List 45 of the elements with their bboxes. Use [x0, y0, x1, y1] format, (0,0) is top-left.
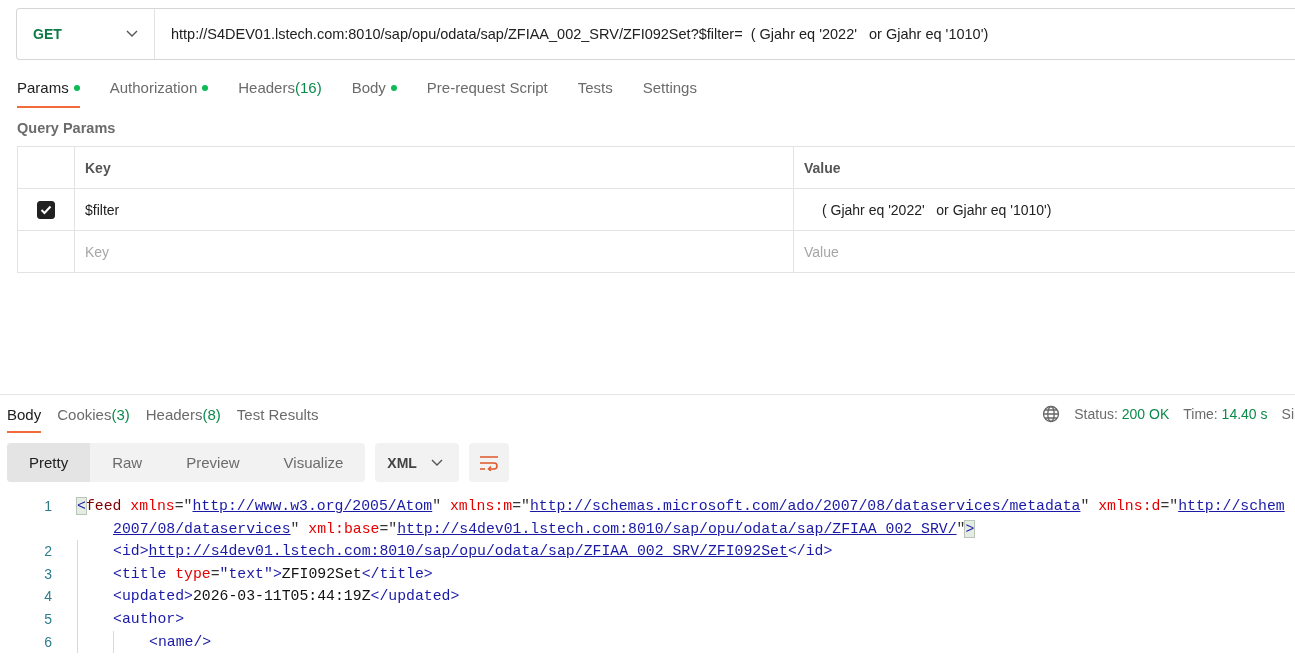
- request-tab[interactable]: Tests: [577, 72, 613, 108]
- method-dropdown[interactable]: GET: [17, 9, 155, 59]
- globe-icon[interactable]: [1042, 405, 1061, 423]
- param-key[interactable]: $filter: [85, 201, 120, 218]
- column-header: Key: [75, 147, 794, 188]
- code-line: <author>: [113, 609, 185, 629]
- line-number: 6: [43, 632, 52, 652]
- response-tab[interactable]: Cookies(3): [57, 395, 130, 433]
- url-field[interactable]: GET http://S4DEV01.lstech.com:8010/sap/opu/odata/sap/ZFIAA_002_SRV/ZFI092Set?$filter= ( Gjahr eq '2022' or Gjahr eq '1010'): [16, 8, 1295, 60]
- line-number: 4: [43, 587, 52, 607]
- status-text: Status: 200 OK: [1074, 406, 1170, 422]
- chevron-down-icon: [126, 30, 138, 38]
- request-tab[interactable]: Pre-request Script: [426, 72, 548, 108]
- line-number: 5: [43, 609, 52, 629]
- line-number: 2: [43, 542, 52, 562]
- code-line: <title type="text">ZFI092Set</title>: [113, 564, 433, 584]
- code-line: <feed xmlns="http://www.w3.org/2005/Atom" xmlns:m="http://schemas.microsoft.com/ado/2007/08/dataservices/metadata" xmlns:d="http://schem: [77, 497, 1285, 516]
- format-dropdown[interactable]: XML: [375, 443, 459, 482]
- time-text: Time: 14.40 s: [1183, 406, 1268, 422]
- view-mode-button[interactable]: Pretty: [7, 443, 91, 482]
- code-line: <id>http://s4dev01.lstech.com:8010/sap/opu/odata/sap/ZFIAA_002_SRV/ZFI092Set</id>: [113, 542, 833, 562]
- param-value[interactable]: ( Gjahr eq '2022' or Gjahr eq '1010'): [804, 201, 1052, 218]
- response-tab[interactable]: Body: [7, 395, 42, 433]
- response-tab[interactable]: Headers(8): [145, 395, 221, 433]
- wrap-lines-button[interactable]: [468, 443, 509, 482]
- request-tab[interactable]: Settings: [642, 72, 697, 108]
- column-header: Value: [803, 158, 842, 178]
- line-number: 3: [43, 564, 52, 584]
- wrap-lines-icon: [478, 454, 499, 471]
- chevron-down-icon: [430, 458, 443, 467]
- code-line: 2007/08/dataservices" xml:base="http://s4dev01.lstech.com:8010/sap/opu/odata/sap/ZFIAA_002_SRV/">: [113, 519, 975, 539]
- response-tab[interactable]: Test Results: [236, 395, 319, 433]
- code-line: <updated>2026-03-11T05:44:19Z</updated>: [113, 587, 460, 607]
- checkbox[interactable]: [37, 200, 55, 219]
- cut-label: Si: [1281, 406, 1294, 422]
- request-tab[interactable]: Params: [17, 72, 80, 108]
- code-line: <name/>: [149, 632, 212, 652]
- line-number: 1: [43, 497, 52, 516]
- view-mode-button[interactable]: Visualize: [261, 443, 366, 482]
- request-tab[interactable]: Authorization: [109, 72, 209, 108]
- view-mode-button[interactable]: Preview: [164, 443, 262, 482]
- request-tab[interactable]: Body: [351, 72, 397, 108]
- request-tab[interactable]: Headers(16): [238, 72, 322, 108]
- view-mode-button[interactable]: Raw: [90, 443, 165, 482]
- section-title: Query Params: [17, 120, 117, 136]
